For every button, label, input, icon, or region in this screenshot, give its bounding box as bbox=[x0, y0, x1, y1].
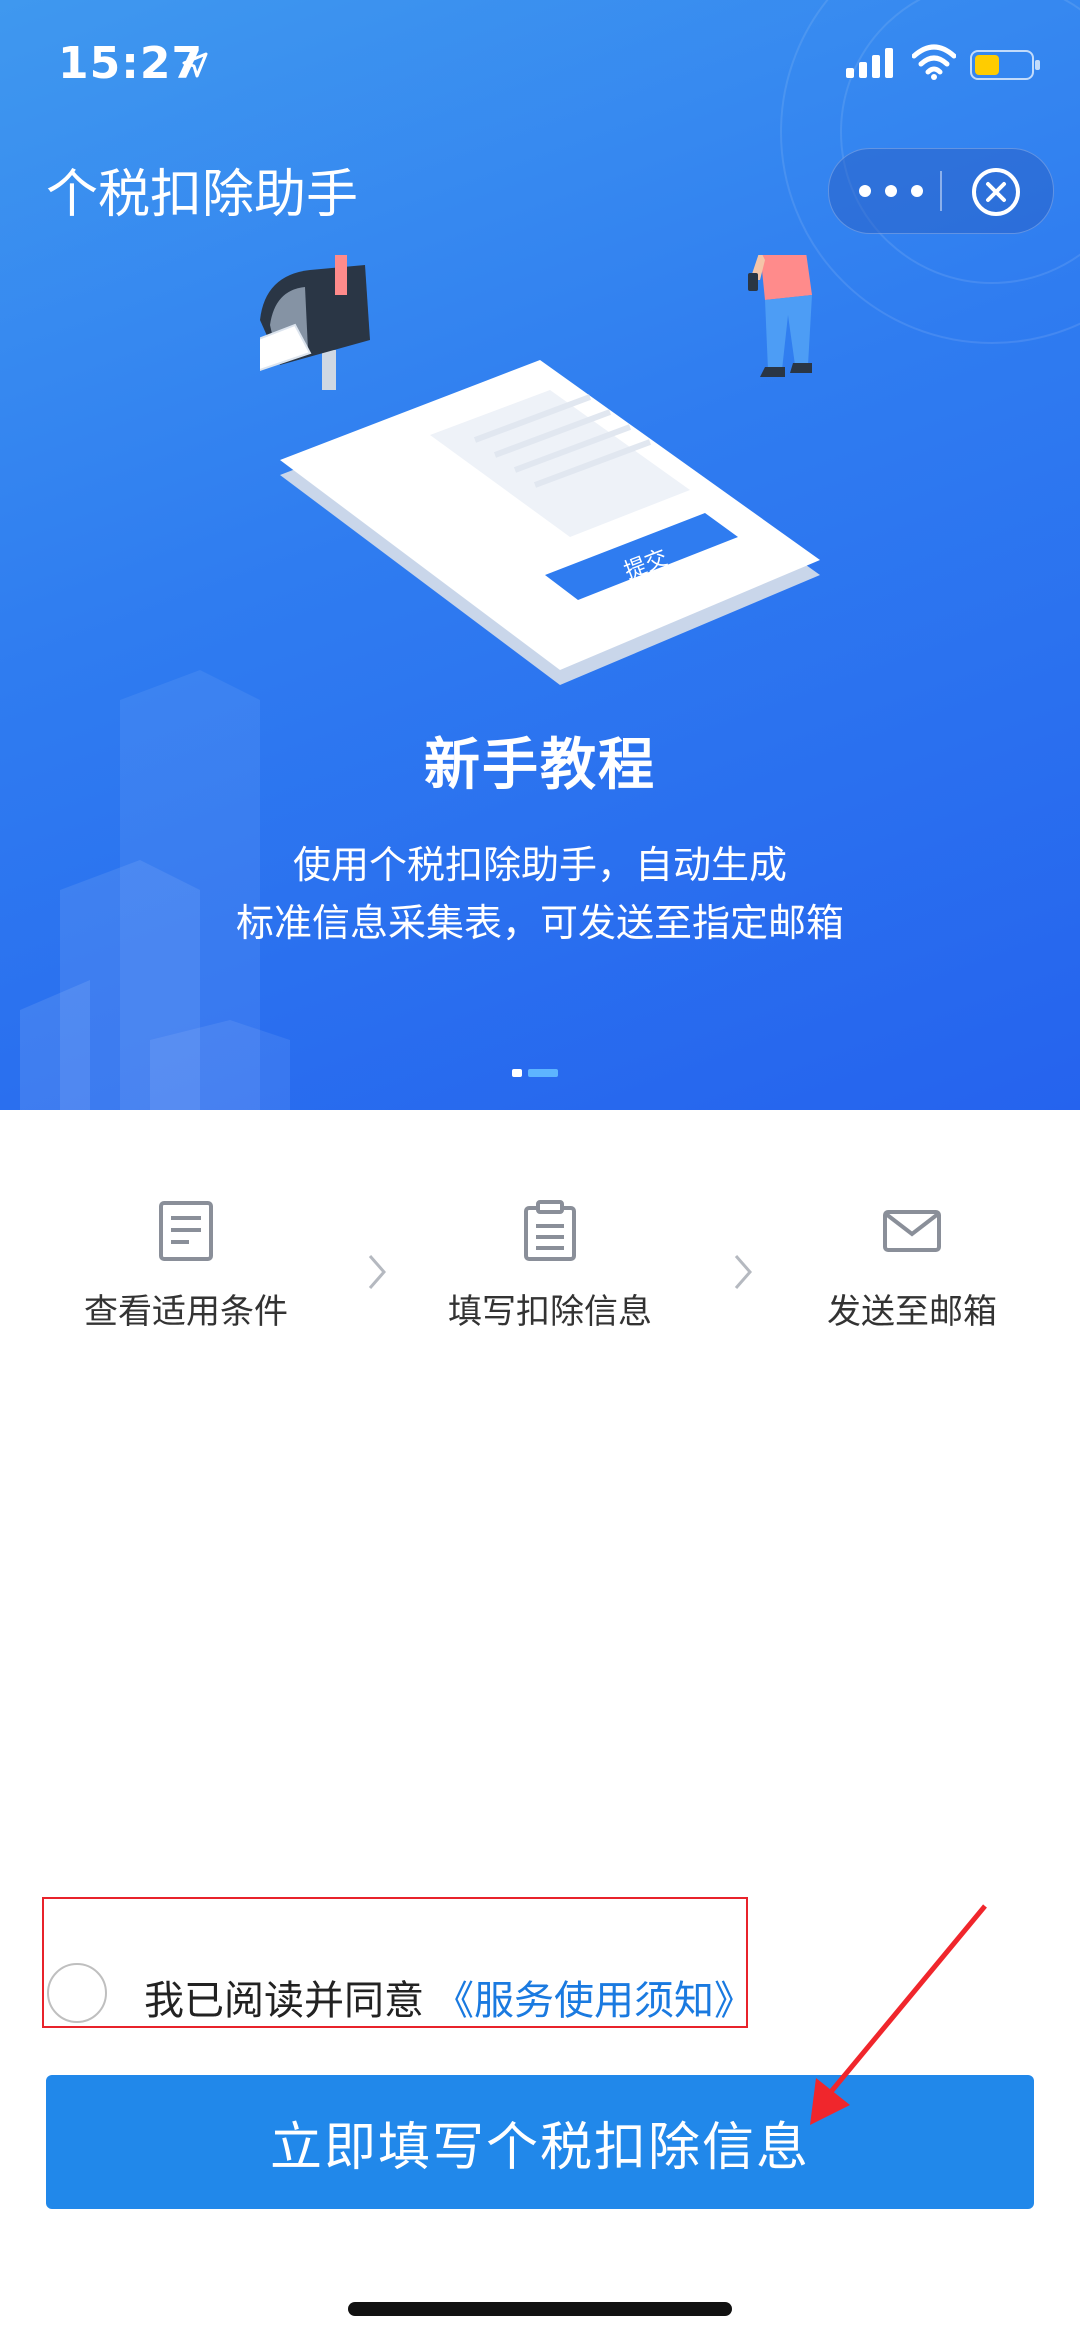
cellular-signal-icon bbox=[846, 48, 893, 78]
mini-program-capsule bbox=[828, 148, 1054, 234]
agreement-text: 我已阅读并同意 bbox=[144, 1978, 424, 2024]
location-arrow-icon bbox=[182, 52, 208, 78]
wifi-icon bbox=[912, 44, 956, 80]
tutorial-illustration: 提交 mail bbox=[260, 255, 820, 685]
pager-dot bbox=[528, 1069, 558, 1077]
hero-description-line: 使用个税扣除助手，自动生成 bbox=[292, 843, 787, 887]
battery-icon bbox=[970, 50, 1040, 80]
close-icon[interactable] bbox=[969, 165, 1023, 219]
capsule-divider bbox=[940, 171, 942, 211]
home-indicator bbox=[348, 2302, 732, 2316]
more-dot-icon bbox=[859, 185, 871, 197]
chevron-right-icon bbox=[734, 1255, 752, 1289]
hero-description-line: 标准信息采集表，可发送至指定邮箱 bbox=[235, 901, 844, 945]
carousel-pager bbox=[512, 1069, 558, 1077]
clipboard-icon bbox=[524, 1200, 576, 1261]
more-dot-icon bbox=[911, 185, 923, 197]
more-dot-icon bbox=[885, 185, 897, 197]
hero-title: 新手教程 bbox=[424, 733, 656, 798]
step-label: 填写扣除信息 bbox=[448, 1292, 652, 1332]
more-button[interactable] bbox=[859, 173, 923, 209]
envelope-icon bbox=[883, 1210, 941, 1252]
page-title: 个税扣除助手 bbox=[46, 165, 359, 225]
status-bar: 15:27 bbox=[0, 0, 1080, 130]
document-icon bbox=[159, 1201, 213, 1261]
step-fill-info: 填写扣除信息 bbox=[400, 1200, 700, 1333]
step-view-conditions: 查看适用条件 bbox=[36, 1200, 336, 1333]
hero-description: 使用个税扣除助手，自动生成 标准信息采集表，可发送至指定邮箱 bbox=[0, 836, 1080, 952]
step-send-email: 发送至邮箱 bbox=[762, 1200, 1062, 1333]
pager-dot-active bbox=[512, 1069, 522, 1077]
steps-row: 查看适用条件 填写扣除信息 发送至邮箱 bbox=[0, 1200, 1080, 1360]
hero-banner: 15:27 个税扣除助手 提交 新手教程 使用个税扣除助手，自动生成 标准信息采… bbox=[0, 0, 1080, 1110]
step-label: 发送至邮箱 bbox=[827, 1292, 997, 1332]
service-terms-link[interactable]: 《服务使用须知》 bbox=[434, 1968, 754, 2026]
annotation-arrow-icon bbox=[810, 1904, 987, 2125]
agreement-checkbox[interactable] bbox=[47, 1963, 107, 2023]
chevron-right-icon bbox=[368, 1255, 386, 1289]
step-label: 查看适用条件 bbox=[84, 1292, 288, 1332]
